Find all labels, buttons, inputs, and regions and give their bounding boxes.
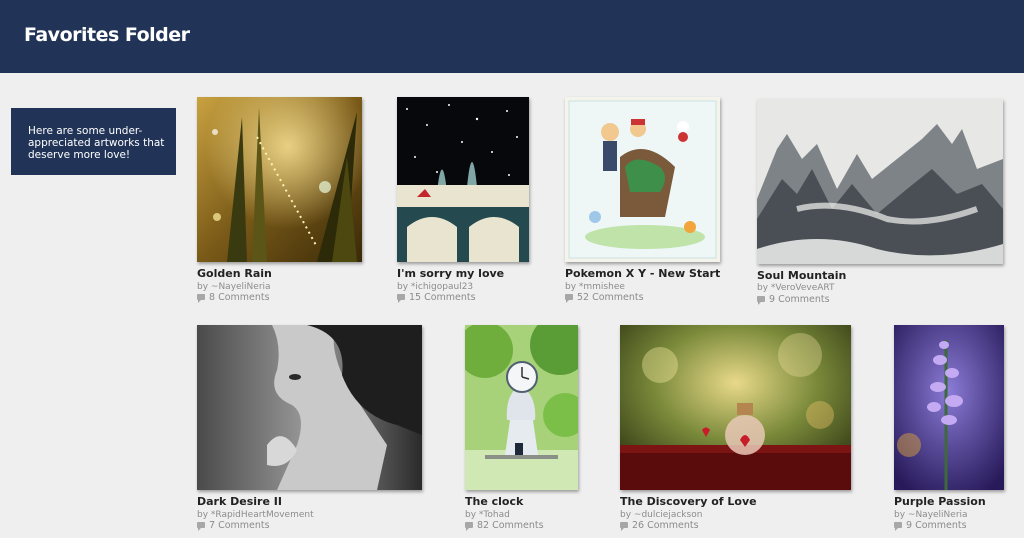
artwork-comments[interactable]: 15 Comments <box>397 292 476 303</box>
comment-icon <box>465 522 473 531</box>
comment-icon <box>894 522 902 531</box>
artwork-thumbnail[interactable] <box>197 97 362 262</box>
artwork-thumbnail[interactable] <box>620 325 851 490</box>
artwork-author[interactable]: by *mmishee <box>565 282 625 292</box>
artwork-card[interactable]: Golden Rain by ~NayeliNeria 8 Comments <box>197 97 362 307</box>
artwork-title[interactable]: I'm sorry my love <box>397 267 504 280</box>
comment-icon <box>620 522 628 531</box>
comment-icon <box>397 294 405 303</box>
artwork-thumbnail[interactable] <box>894 325 1004 490</box>
artwork-comments[interactable]: 52 Comments <box>565 292 644 303</box>
artwork-card[interactable]: Purple Passion by ~NayeliNeria 9 Comment… <box>894 325 1004 535</box>
comment-icon <box>197 294 205 303</box>
header-bar: Favorites Folder <box>0 0 1024 73</box>
artwork-author[interactable]: by ~NayeliNeria <box>894 510 968 520</box>
comment-icon <box>565 294 573 303</box>
artwork-author[interactable]: by *VeroVeveART <box>757 283 835 293</box>
artwork-card[interactable]: The clock by *Tohad 82 Comments <box>465 325 578 535</box>
artwork-comments[interactable]: 9 Comments <box>894 520 967 531</box>
artwork-author[interactable]: by ~NayeliNeria <box>197 282 271 292</box>
artwork-title[interactable]: The clock <box>465 495 523 508</box>
artwork-title[interactable]: Golden Rain <box>197 267 272 280</box>
page-title: Favorites Folder <box>24 24 190 46</box>
artwork-thumbnail[interactable] <box>397 97 529 262</box>
artwork-comments[interactable]: 26 Comments <box>620 520 699 531</box>
artwork-thumbnail[interactable] <box>565 97 720 262</box>
comment-icon <box>197 522 205 531</box>
artwork-title[interactable]: Dark Desire II <box>197 495 282 508</box>
artwork-card[interactable]: The Discovery of Love by ~dulciejackson … <box>620 325 851 535</box>
artwork-author[interactable]: by *RapidHeartMovement <box>197 510 314 520</box>
artwork-author[interactable]: by *ichigopaul23 <box>397 282 473 292</box>
artwork-author[interactable]: by ~dulciejackson <box>620 510 702 520</box>
artwork-thumbnail[interactable] <box>757 99 1003 264</box>
artwork-title[interactable]: Soul Mountain <box>757 269 846 282</box>
artwork-card[interactable]: Pokemon X Y - New Start by *mmishee 52 C… <box>565 97 720 307</box>
artwork-comments[interactable]: 8 Comments <box>197 292 270 303</box>
artwork-comments[interactable]: 7 Comments <box>197 520 270 531</box>
artwork-thumbnail[interactable] <box>465 325 578 490</box>
artwork-comments[interactable]: 82 Comments <box>465 520 544 531</box>
artwork-card[interactable]: Soul Mountain by *VeroVeveART 9 Comments <box>757 99 1003 309</box>
artwork-title[interactable]: Purple Passion <box>894 495 986 508</box>
artwork-thumbnail[interactable] <box>197 325 422 490</box>
info-box: Here are some under-appreciated artworks… <box>11 108 176 175</box>
artwork-card[interactable]: Dark Desire II by *RapidHeartMovement 7 … <box>197 325 422 535</box>
comment-icon <box>757 296 765 305</box>
artwork-title[interactable]: Pokemon X Y - New Start <box>565 267 720 280</box>
artwork-author[interactable]: by *Tohad <box>465 510 510 520</box>
artwork-title[interactable]: The Discovery of Love <box>620 495 757 508</box>
artwork-comments[interactable]: 9 Comments <box>757 294 830 305</box>
artwork-card[interactable]: I'm sorry my love by *ichigopaul23 15 Co… <box>397 97 529 307</box>
